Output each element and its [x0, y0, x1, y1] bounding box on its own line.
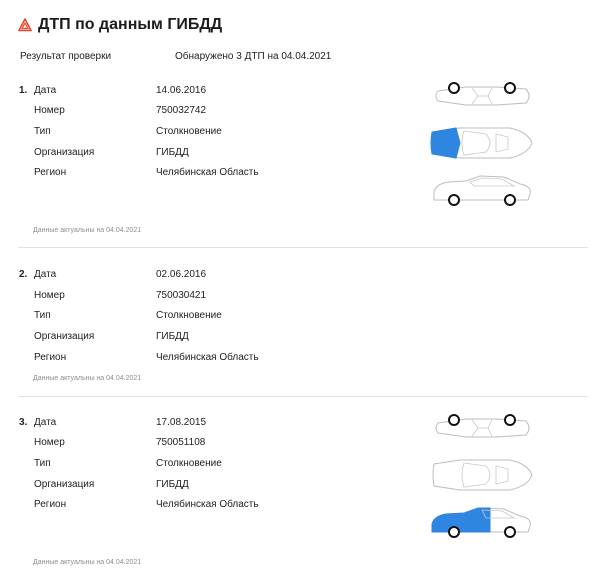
data-updated-note: Данные актуальны на 04.04.2021: [33, 559, 142, 566]
number-value: 750051108: [156, 437, 206, 448]
type-value: Столкновение: [156, 126, 222, 137]
car-side-view-icon: [430, 124, 534, 162]
car-side-view-icon: [430, 506, 534, 542]
warning-triangle-icon: [18, 18, 32, 32]
region-value: Челябинская Область: [156, 499, 259, 510]
date-label: Дата: [34, 417, 57, 428]
date-value: 14.06.2016: [156, 85, 207, 96]
data-updated-note: Данные актуальны на 04.04.2021: [33, 227, 142, 234]
org-label: Организация: [34, 147, 95, 158]
accident-index: 2.: [19, 269, 28, 280]
number-label: Номер: [34, 437, 65, 448]
number-label: Номер: [34, 290, 65, 301]
date-label: Дата: [34, 269, 57, 280]
number-label: Номер: [34, 105, 65, 116]
summary-label: Результат проверки: [20, 51, 112, 62]
page-header: ДТП по данным ГИБДД: [18, 14, 222, 36]
car-side-view-icon: [430, 174, 534, 210]
car-top-view-icon: [430, 414, 534, 442]
region-value: Челябинская Область: [156, 352, 259, 363]
divider: [18, 396, 588, 397]
org-value: ГИБДД: [156, 479, 189, 490]
region-value: Челябинская Область: [156, 167, 259, 178]
type-label: Тип: [34, 458, 51, 469]
number-value: 750032742: [156, 105, 207, 116]
car-side-view-icon: [430, 456, 534, 494]
type-value: Столкновение: [156, 310, 222, 321]
region-label: Регион: [34, 167, 67, 178]
date-label: Дата: [34, 85, 57, 96]
date-value: 02.06.2016: [156, 269, 207, 280]
divider: [18, 247, 588, 248]
number-value: 750030421: [156, 290, 207, 301]
date-value: 17.08.2015: [156, 417, 207, 428]
accident-index: 1.: [19, 85, 28, 96]
region-label: Регион: [34, 352, 67, 363]
org-label: Организация: [34, 331, 95, 342]
type-label: Тип: [34, 126, 51, 137]
org-label: Организация: [34, 479, 95, 490]
data-updated-note: Данные актуальны на 04.04.2021: [33, 375, 142, 382]
type-value: Столкновение: [156, 458, 222, 469]
org-value: ГИБДД: [156, 147, 189, 158]
region-label: Регион: [34, 499, 67, 510]
car-top-view-icon: [430, 82, 534, 110]
page-title: ДТП по данным ГИБДД: [38, 16, 223, 33]
accident-index: 3.: [19, 417, 28, 428]
type-label: Тип: [34, 310, 51, 321]
summary-value: Обнаружено 3 ДТП на 04.04.2021: [175, 51, 332, 62]
org-value: ГИБДД: [156, 331, 189, 342]
